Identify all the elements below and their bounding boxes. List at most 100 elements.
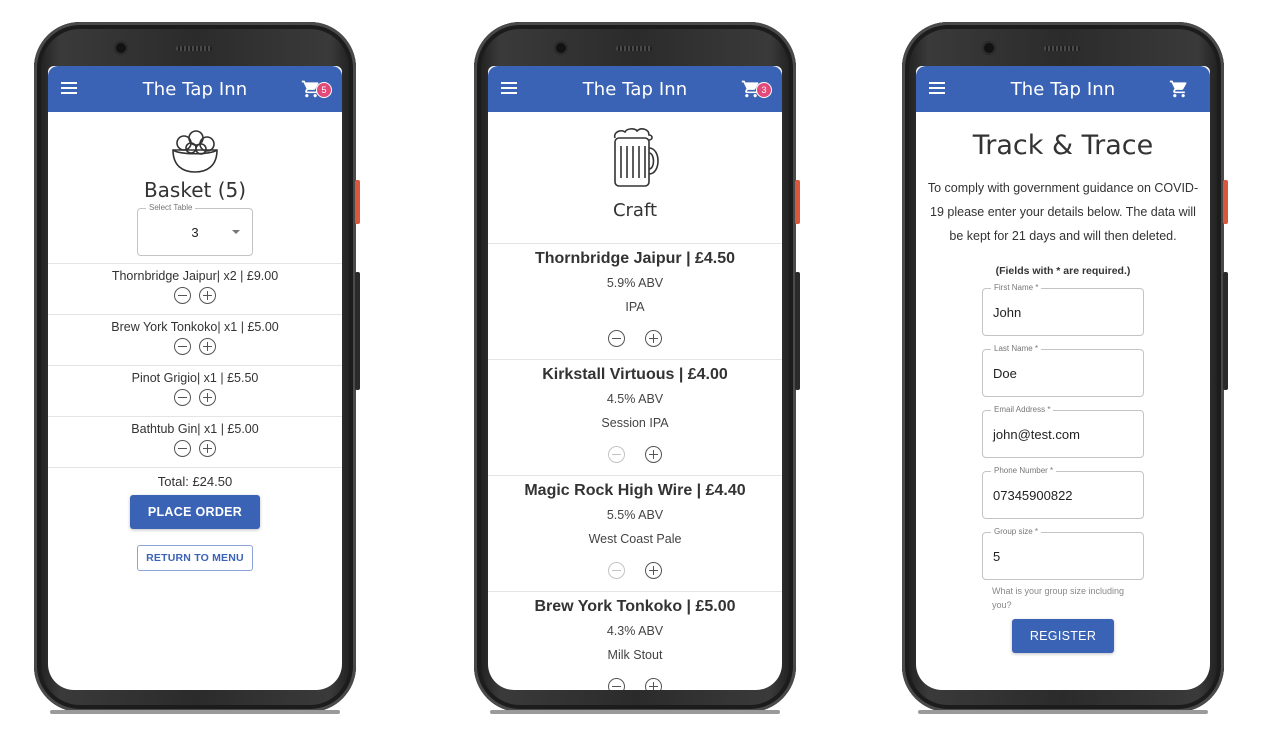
- last-name-field[interactable]: Last Name * Doe: [982, 344, 1144, 397]
- group-size-label: Group size *: [991, 527, 1042, 537]
- cart-count-badge: 3: [756, 82, 772, 98]
- screen-track-trace: The Tap Inn Track & Trace To comply with…: [916, 66, 1210, 690]
- register-button[interactable]: REGISTER: [1011, 619, 1115, 653]
- basket-icon: [172, 130, 218, 173]
- basket-total: Total: £24.50: [48, 467, 342, 489]
- increase-quantity-button[interactable]: [645, 446, 662, 463]
- drink-abv: 5.5% ABV: [606, 508, 664, 522]
- app-bar: The Tap Inn: [916, 66, 1210, 112]
- app-title: The Tap Inn: [1010, 78, 1116, 100]
- cart-count-badge: 5: [316, 82, 332, 98]
- front-camera: [114, 41, 128, 55]
- basket-list: Thornbridge Jaipur| x2 | £9.00 Brew York…: [48, 263, 342, 467]
- volume-button: [355, 272, 360, 390]
- decrease-quantity-button[interactable]: [174, 440, 191, 457]
- drink-abv: 4.3% ABV: [606, 624, 664, 638]
- last-name-label: Last Name *: [991, 344, 1042, 354]
- last-name-value: Doe: [993, 365, 1017, 381]
- basket-heading: Basket (5): [143, 178, 247, 202]
- basket-item: Pinot Grigio| x1 | £5.50: [48, 365, 342, 416]
- increase-quantity-button[interactable]: [199, 338, 216, 355]
- place-order-button[interactable]: PLACE ORDER: [129, 495, 261, 529]
- drink-name: Kirkstall Virtuous | £4.00: [542, 366, 728, 383]
- phone-track-trace: The Tap Inn Track & Trace To comply with…: [902, 22, 1228, 714]
- table-select[interactable]: Select Table 3: [137, 203, 253, 256]
- app-title: The Tap Inn: [582, 78, 688, 100]
- increase-quantity-button[interactable]: [199, 440, 216, 457]
- drink-item: Brew York Tonkoko | £5.00 4.3% ABV Milk …: [488, 592, 782, 690]
- drink-item: Kirkstall Virtuous | £4.00 4.5% ABV Sess…: [488, 360, 782, 476]
- menu-icon[interactable]: [501, 82, 517, 94]
- decrease-quantity-button[interactable]: [608, 330, 625, 347]
- email-field[interactable]: Email Address * john@test.com: [982, 405, 1144, 458]
- group-size-field[interactable]: Group size * 5: [982, 527, 1144, 580]
- drink-item: Magic Rock High Wire | £4.40 5.5% ABV We…: [488, 476, 782, 592]
- basket-item-text: Thornbridge Jaipur| x2 | £9.00: [111, 269, 279, 283]
- drink-abv: 5.9% ABV: [606, 276, 664, 290]
- decrease-quantity-button[interactable]: [174, 389, 191, 406]
- phone-field[interactable]: Phone Number * 07345900822: [982, 466, 1144, 519]
- chevron-down-icon: [232, 230, 240, 234]
- power-button: [795, 180, 800, 224]
- phone-edge: [490, 710, 780, 714]
- drink-name: Magic Rock High Wire | £4.40: [524, 482, 746, 499]
- page-title: Track & Trace: [972, 130, 1154, 161]
- menu-icon[interactable]: [61, 82, 77, 94]
- required-note: (Fields with * are required.): [995, 265, 1131, 277]
- drink-item: Thornbridge Jaipur | £4.50 5.9% ABV IPA: [488, 244, 782, 360]
- phone-basket: The Tap Inn 5 Basket (5) Select Table 3: [34, 22, 360, 714]
- volume-button: [1223, 272, 1228, 390]
- basket-item: Bathtub Gin| x1 | £5.00: [48, 416, 342, 467]
- decrease-quantity-button[interactable]: [174, 338, 191, 355]
- cart-icon[interactable]: 3: [740, 79, 772, 101]
- basket-item-text: Pinot Grigio| x1 | £5.50: [131, 371, 259, 385]
- phone-edge: [918, 710, 1208, 714]
- first-name-label: First Name *: [991, 283, 1042, 293]
- basket-item: Thornbridge Jaipur| x2 | £9.00: [48, 263, 342, 314]
- drink-abv: 4.5% ABV: [606, 392, 664, 406]
- earpiece-speaker: [1044, 46, 1080, 51]
- drink-name: Thornbridge Jaipur | £4.50: [534, 250, 736, 267]
- power-button: [1223, 180, 1228, 224]
- basket-item: Brew York Tonkoko| x1 | £5.00: [48, 314, 342, 365]
- app-bar: The Tap Inn 3: [488, 66, 782, 112]
- increase-quantity-button[interactable]: [645, 562, 662, 579]
- basket-item-text: Bathtub Gin| x1 | £5.00: [131, 422, 259, 436]
- increase-quantity-button[interactable]: [645, 678, 662, 690]
- category-title: Craft: [612, 200, 658, 221]
- phone-edge: [50, 710, 340, 714]
- category-header: Craft: [488, 126, 782, 244]
- phone-value: 07345900822: [993, 487, 1073, 503]
- phone-label: Phone Number *: [991, 466, 1057, 476]
- increase-quantity-button[interactable]: [199, 287, 216, 304]
- earpiece-speaker: [616, 46, 652, 51]
- decrease-quantity-button[interactable]: [174, 287, 191, 304]
- menu-icon[interactable]: [929, 82, 945, 94]
- front-camera: [982, 41, 996, 55]
- cart-icon[interactable]: 5: [300, 79, 332, 101]
- return-to-menu-button[interactable]: RETURN TO MENU: [137, 545, 253, 571]
- volume-button: [795, 272, 800, 390]
- increase-quantity-button[interactable]: [645, 330, 662, 347]
- phone-menu: The Tap Inn 3 Craft Thornbridge Jaipur |…: [474, 22, 800, 714]
- cart-icon[interactable]: [1168, 79, 1196, 101]
- email-label: Email Address *: [991, 405, 1054, 415]
- screen-basket: The Tap Inn 5 Basket (5) Select Table 3: [48, 66, 342, 690]
- drink-style: Session IPA: [601, 416, 669, 430]
- decrease-quantity-button[interactable]: [608, 678, 625, 690]
- table-select-label: Select Table: [146, 203, 196, 213]
- beer-mug-icon: [613, 128, 659, 187]
- first-name-field[interactable]: First Name * John: [982, 283, 1144, 336]
- drink-style: West Coast Pale: [588, 532, 682, 546]
- power-button: [355, 180, 360, 224]
- table-select-value: 3: [191, 224, 199, 240]
- decrease-quantity-button[interactable]: [608, 446, 625, 463]
- increase-quantity-button[interactable]: [199, 389, 216, 406]
- drink-name: Brew York Tonkoko | £5.00: [534, 598, 736, 615]
- decrease-quantity-button[interactable]: [608, 562, 625, 579]
- intro-text: To comply with government guidance on CO…: [927, 181, 1199, 243]
- front-camera: [554, 41, 568, 55]
- group-size-helper: What is your group size including you?: [992, 586, 1125, 610]
- drink-style: IPA: [625, 300, 645, 314]
- screen-menu: The Tap Inn 3 Craft Thornbridge Jaipur |…: [488, 66, 782, 690]
